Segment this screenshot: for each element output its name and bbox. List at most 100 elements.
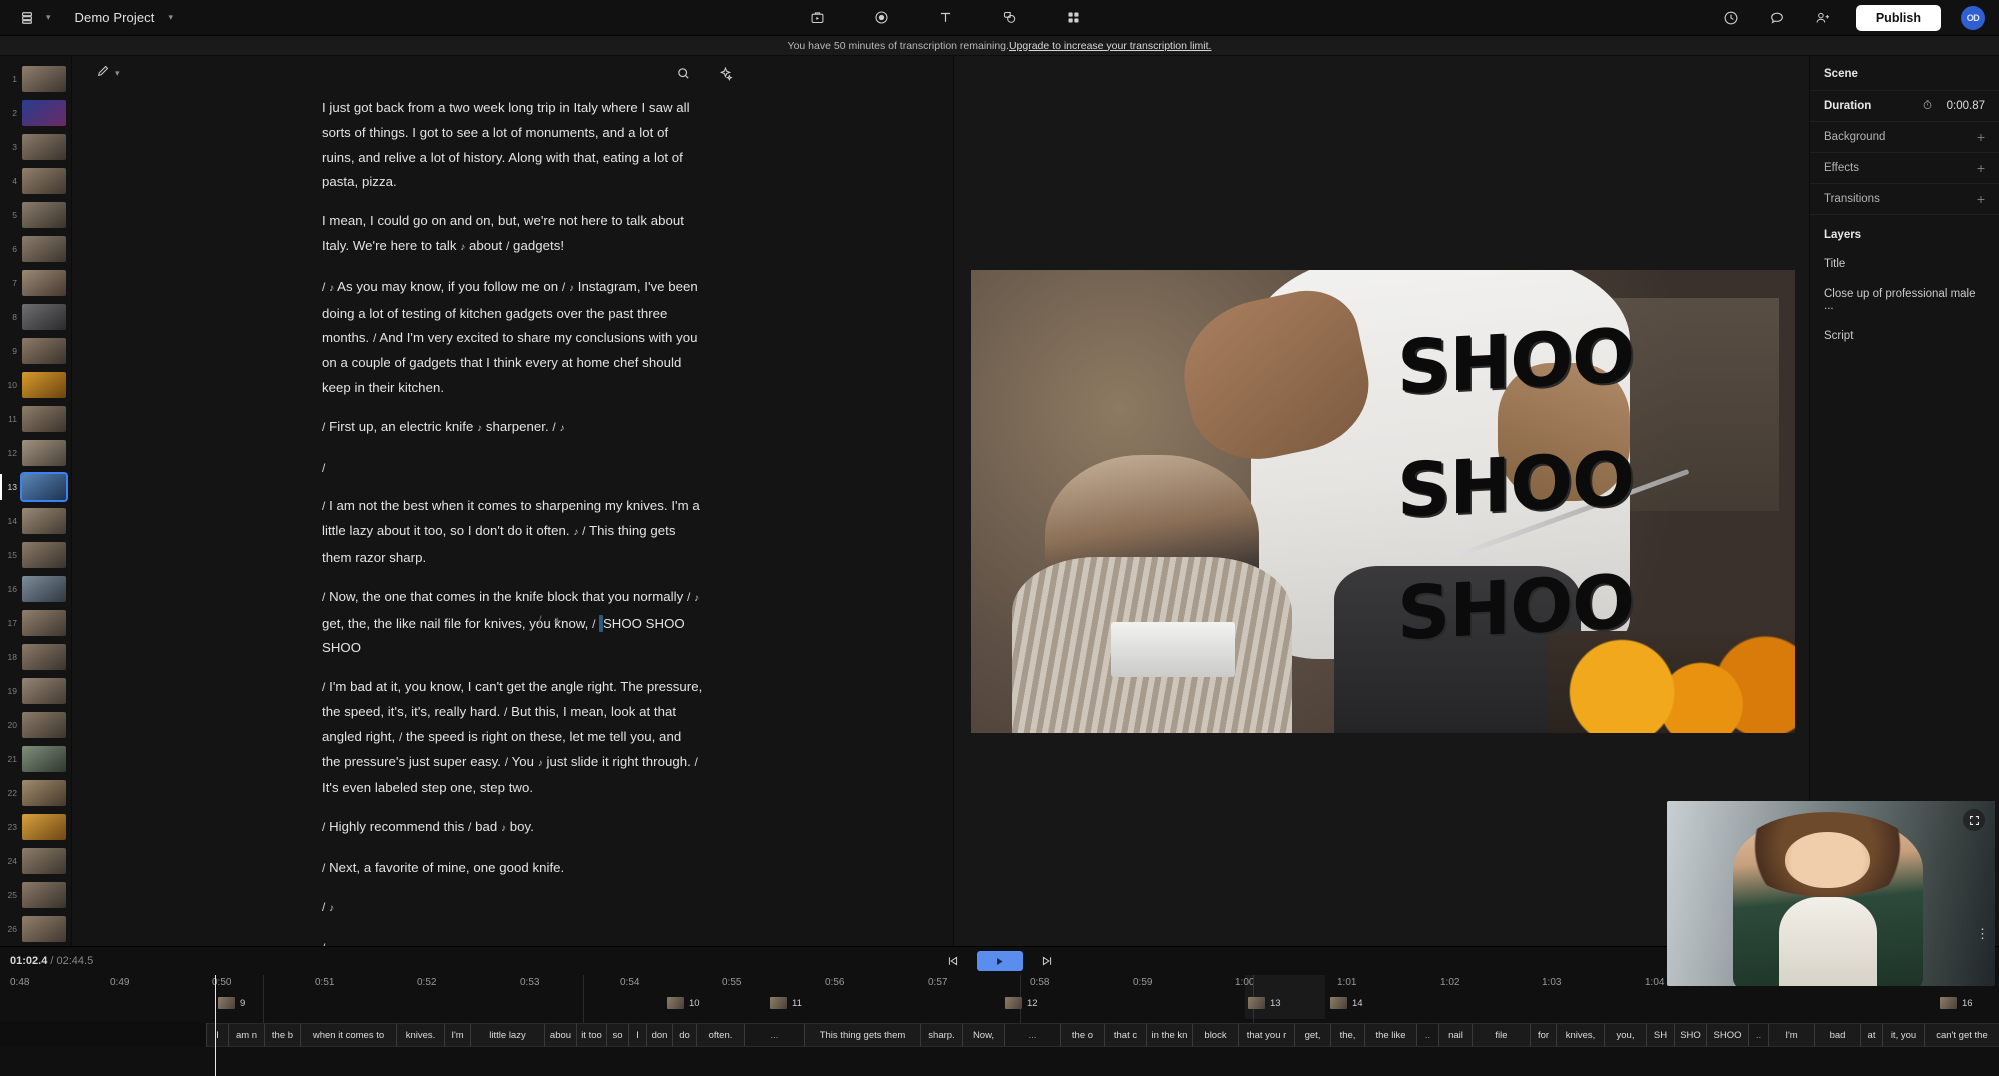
scene-item-15[interactable]: 15 <box>0 538 71 572</box>
timeline-word[interactable]: it too <box>576 1023 606 1047</box>
scene-thumbnail[interactable] <box>22 712 66 738</box>
scene-thumbnail[interactable] <box>22 338 66 364</box>
grid-icon[interactable] <box>1060 5 1086 31</box>
timeline-word[interactable]: the like <box>1364 1023 1416 1047</box>
transcript-paragraph[interactable]: / ♪ As you may know, if you follow me on… <box>322 275 703 401</box>
timeline-word[interactable]: block <box>1192 1023 1238 1047</box>
app-menu-icon[interactable] <box>14 7 40 29</box>
scene-thumbnail[interactable] <box>22 644 66 670</box>
shapes-icon[interactable] <box>996 5 1022 31</box>
scene-item-19[interactable]: 19 <box>0 674 71 708</box>
scene-item-26[interactable]: 26 <box>0 912 71 946</box>
text-icon[interactable] <box>932 5 958 31</box>
scene-thumbnail[interactable] <box>22 576 66 602</box>
transcript-paragraph[interactable]: / ♪ <box>322 895 703 922</box>
scene-item-7[interactable]: 7 <box>0 266 71 300</box>
timeline-word[interactable]: little lazy <box>470 1023 544 1047</box>
scene-thumbnail[interactable] <box>22 270 66 296</box>
scene-item-4[interactable]: 4 <box>0 164 71 198</box>
scene-thumbnail-strip[interactable]: 1234567891011121314151617181920212223242… <box>0 56 72 946</box>
scene-item-20[interactable]: 20 <box>0 708 71 742</box>
playhead[interactable] <box>215 975 216 1076</box>
timeline-word[interactable]: for <box>1530 1023 1556 1047</box>
timeline-clip-14[interactable]: 14 <box>1330 997 1363 1009</box>
search-icon[interactable] <box>673 63 693 83</box>
play-button[interactable] <box>977 951 1023 971</box>
video-canvas[interactable]: SHOOSHOOSHOO <box>971 270 1795 733</box>
scene-thumbnail[interactable] <box>22 134 66 160</box>
publish-button[interactable]: Publish <box>1856 5 1941 31</box>
scene-thumbnail[interactable] <box>22 236 66 262</box>
timeline-word[interactable]: can't get the <box>1924 1023 1999 1047</box>
timeline-word[interactable]: the, <box>1330 1023 1364 1047</box>
scene-item-5[interactable]: 5 <box>0 198 71 232</box>
property-row-effects[interactable]: Effects+ <box>1810 152 1999 183</box>
timeline-word[interactable]: This thing gets them <box>804 1023 920 1047</box>
duration-row[interactable]: Duration 0:00.87 <box>1810 90 1999 121</box>
scene-item-10[interactable]: 10 <box>0 368 71 402</box>
upgrade-link[interactable]: Upgrade to increase your transcription l… <box>1009 40 1212 52</box>
transcript-text[interactable]: I just got back from a two week long tri… <box>72 96 953 946</box>
scene-thumbnail[interactable] <box>22 66 66 92</box>
timeline-word[interactable]: at <box>1860 1023 1882 1047</box>
transcript-paragraph[interactable]: / First up, an electric knife ♪ sharpene… <box>322 415 703 442</box>
property-row-background[interactable]: Background+ <box>1810 121 1999 152</box>
scene-item-14[interactable]: 14 <box>0 504 71 538</box>
timeline-word[interactable]: file <box>1472 1023 1530 1047</box>
scene-item-12[interactable]: 12 <box>0 436 71 470</box>
transcript-paragraph[interactable]: / <box>322 936 703 946</box>
invite-user-icon[interactable] <box>1810 5 1836 31</box>
timeline-clip-10[interactable]: 10 <box>667 997 700 1009</box>
timeline-word[interactable]: get, <box>1294 1023 1330 1047</box>
timeline-word[interactable]: do <box>672 1023 696 1047</box>
timeline-word[interactable]: so <box>606 1023 628 1047</box>
timeline-word[interactable]: .. <box>1416 1023 1438 1047</box>
timeline-word[interactable]: sharp. <box>920 1023 962 1047</box>
scene-thumbnail[interactable] <box>22 372 66 398</box>
timeline-word[interactable]: .. <box>1748 1023 1768 1047</box>
app-menu-chevron-down-icon[interactable]: ▾ <box>46 13 51 22</box>
scene-thumbnail[interactable] <box>22 610 66 636</box>
scene-item-6[interactable]: 6 <box>0 232 71 266</box>
timeline-word[interactable]: SH <box>1646 1023 1674 1047</box>
layer-item-2[interactable]: Close up of professional male ... <box>1810 279 1999 321</box>
timeline-clips[interactable]: 9101112131416 <box>0 995 1999 1019</box>
scene-item-1[interactable]: 1 <box>0 62 71 96</box>
transcript-paragraph[interactable]: / <box>322 456 703 481</box>
scene-thumbnail[interactable] <box>22 848 66 874</box>
project-name[interactable]: Demo Project <box>75 10 155 25</box>
layer-item-1[interactable]: Title <box>1810 249 1999 279</box>
timeline-word[interactable]: when it comes to <box>300 1023 396 1047</box>
scene-thumbnail[interactable] <box>22 168 66 194</box>
scene-thumbnail[interactable] <box>22 440 66 466</box>
scene-thumbnail[interactable] <box>22 100 66 126</box>
add-background-plus-icon[interactable]: + <box>1977 130 1985 144</box>
transcript-paragraph[interactable]: / I am not the best when it comes to sha… <box>322 494 703 570</box>
timeline-clip-11[interactable]: 11 <box>770 997 802 1009</box>
scene-thumbnail[interactable] <box>22 814 66 840</box>
timeline-word[interactable]: Now, <box>962 1023 1004 1047</box>
timeline-word[interactable]: I'm <box>1768 1023 1814 1047</box>
timeline-clip-13[interactable]: 13 <box>1248 997 1281 1009</box>
avatar[interactable]: OD <box>1961 6 1985 30</box>
timeline-word[interactable]: that c <box>1104 1023 1146 1047</box>
property-row-transitions[interactable]: Transitions+ <box>1810 183 1999 214</box>
scene-item-18[interactable]: 18 <box>0 640 71 674</box>
scene-thumbnail[interactable] <box>22 916 66 942</box>
scene-thumbnail[interactable] <box>22 202 66 228</box>
scene-item-9[interactable]: 9 <box>0 334 71 368</box>
timeline-word[interactable]: I <box>628 1023 646 1047</box>
timeline-word[interactable]: the b <box>264 1023 300 1047</box>
add-scene-row[interactable]: /+ <box>538 609 584 634</box>
timeline-word[interactable]: you, <box>1604 1023 1646 1047</box>
ai-sparkle-icon[interactable] <box>715 63 735 83</box>
comment-icon[interactable] <box>1764 5 1790 31</box>
timeline-word[interactable]: in the kn <box>1146 1023 1192 1047</box>
timeline-word[interactable]: often. <box>696 1023 744 1047</box>
scene-item-23[interactable]: 23 <box>0 810 71 844</box>
scene-item-2[interactable]: 2 <box>0 96 71 130</box>
scene-thumbnail[interactable] <box>22 304 66 330</box>
scene-thumbnail[interactable] <box>22 780 66 806</box>
timeline-word-track[interactable]: Iam nthe bwhen it comes toknives.I'mlitt… <box>0 1023 1999 1047</box>
timeline-word[interactable]: the o <box>1060 1023 1104 1047</box>
